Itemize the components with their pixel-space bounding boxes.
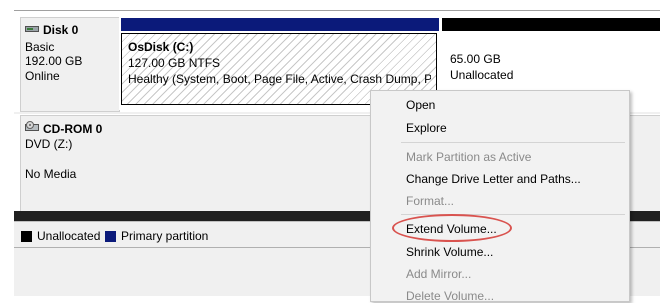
legend-unallocated-label: Unallocated: [37, 229, 101, 243]
disk-0-info-panel[interactable]: Disk 0 Basic 192.00 GB Online: [20, 17, 120, 112]
partition-c-detail: 127.00 GB NTFS: [128, 56, 221, 70]
legend-primary-label: Primary partition: [121, 229, 209, 243]
top-divider: [14, 10, 660, 11]
disk-0-name: Disk 0: [43, 23, 79, 37]
unallocated-size: 65.00 GB: [450, 52, 501, 66]
primary-swatch: [105, 230, 116, 242]
menu-separator: [401, 142, 625, 143]
menu-item-shrink-volume[interactable]: Shrink Volume...: [406, 245, 493, 259]
legend-unallocated: Unallocated: [21, 229, 100, 243]
unallocated-label: Unallocated: [450, 68, 514, 82]
left-edge: [0, 0, 14, 296]
partition-c-title: OsDisk (C:): [128, 40, 194, 54]
cdrom-0-status: No Media: [25, 167, 77, 181]
cdrom-0-title: CD-ROM 0: [25, 121, 102, 136]
cdrom-icon: [25, 121, 39, 136]
top-band: [0, 0, 660, 16]
menu-item-explore[interactable]: Explore: [406, 121, 447, 135]
menu-item-add-mirror[interactable]: Add Mirror...: [406, 267, 471, 281]
disk-0-type: Basic: [25, 40, 55, 54]
disk-icon: [25, 23, 39, 37]
menu-item-format[interactable]: Format...: [406, 194, 454, 208]
cdrom-0-name: CD-ROM 0: [43, 121, 103, 136]
menu-item-open[interactable]: Open: [406, 98, 435, 112]
partition-c-health: Healthy (System, Boot, Page File, Active…: [128, 72, 431, 86]
disk-0-title: Disk 0: [25, 23, 78, 37]
primary-partition-bar: [121, 18, 439, 31]
cdrom-0-info-panel[interactable]: CD-ROM 0 DVD (Z:) No Media: [20, 115, 120, 213]
unallocated-bar: [442, 18, 660, 31]
menu-item-change-drive-letter[interactable]: Change Drive Letter and Paths...: [406, 172, 581, 186]
extend-volume-highlight-ring: [392, 214, 512, 242]
context-menu: Open Explore Mark Partition as Active Ch…: [370, 90, 630, 303]
legend-primary: Primary partition: [105, 229, 208, 243]
unallocated-swatch: [21, 230, 32, 242]
menu-item-mark-active[interactable]: Mark Partition as Active: [406, 150, 531, 164]
cdrom-0-type: DVD (Z:): [25, 137, 73, 151]
disk-0-size: 192.00 GB: [25, 54, 83, 68]
disk-0-status: Online: [25, 69, 60, 83]
menu-item-delete-volume[interactable]: Delete Volume...: [406, 289, 494, 303]
